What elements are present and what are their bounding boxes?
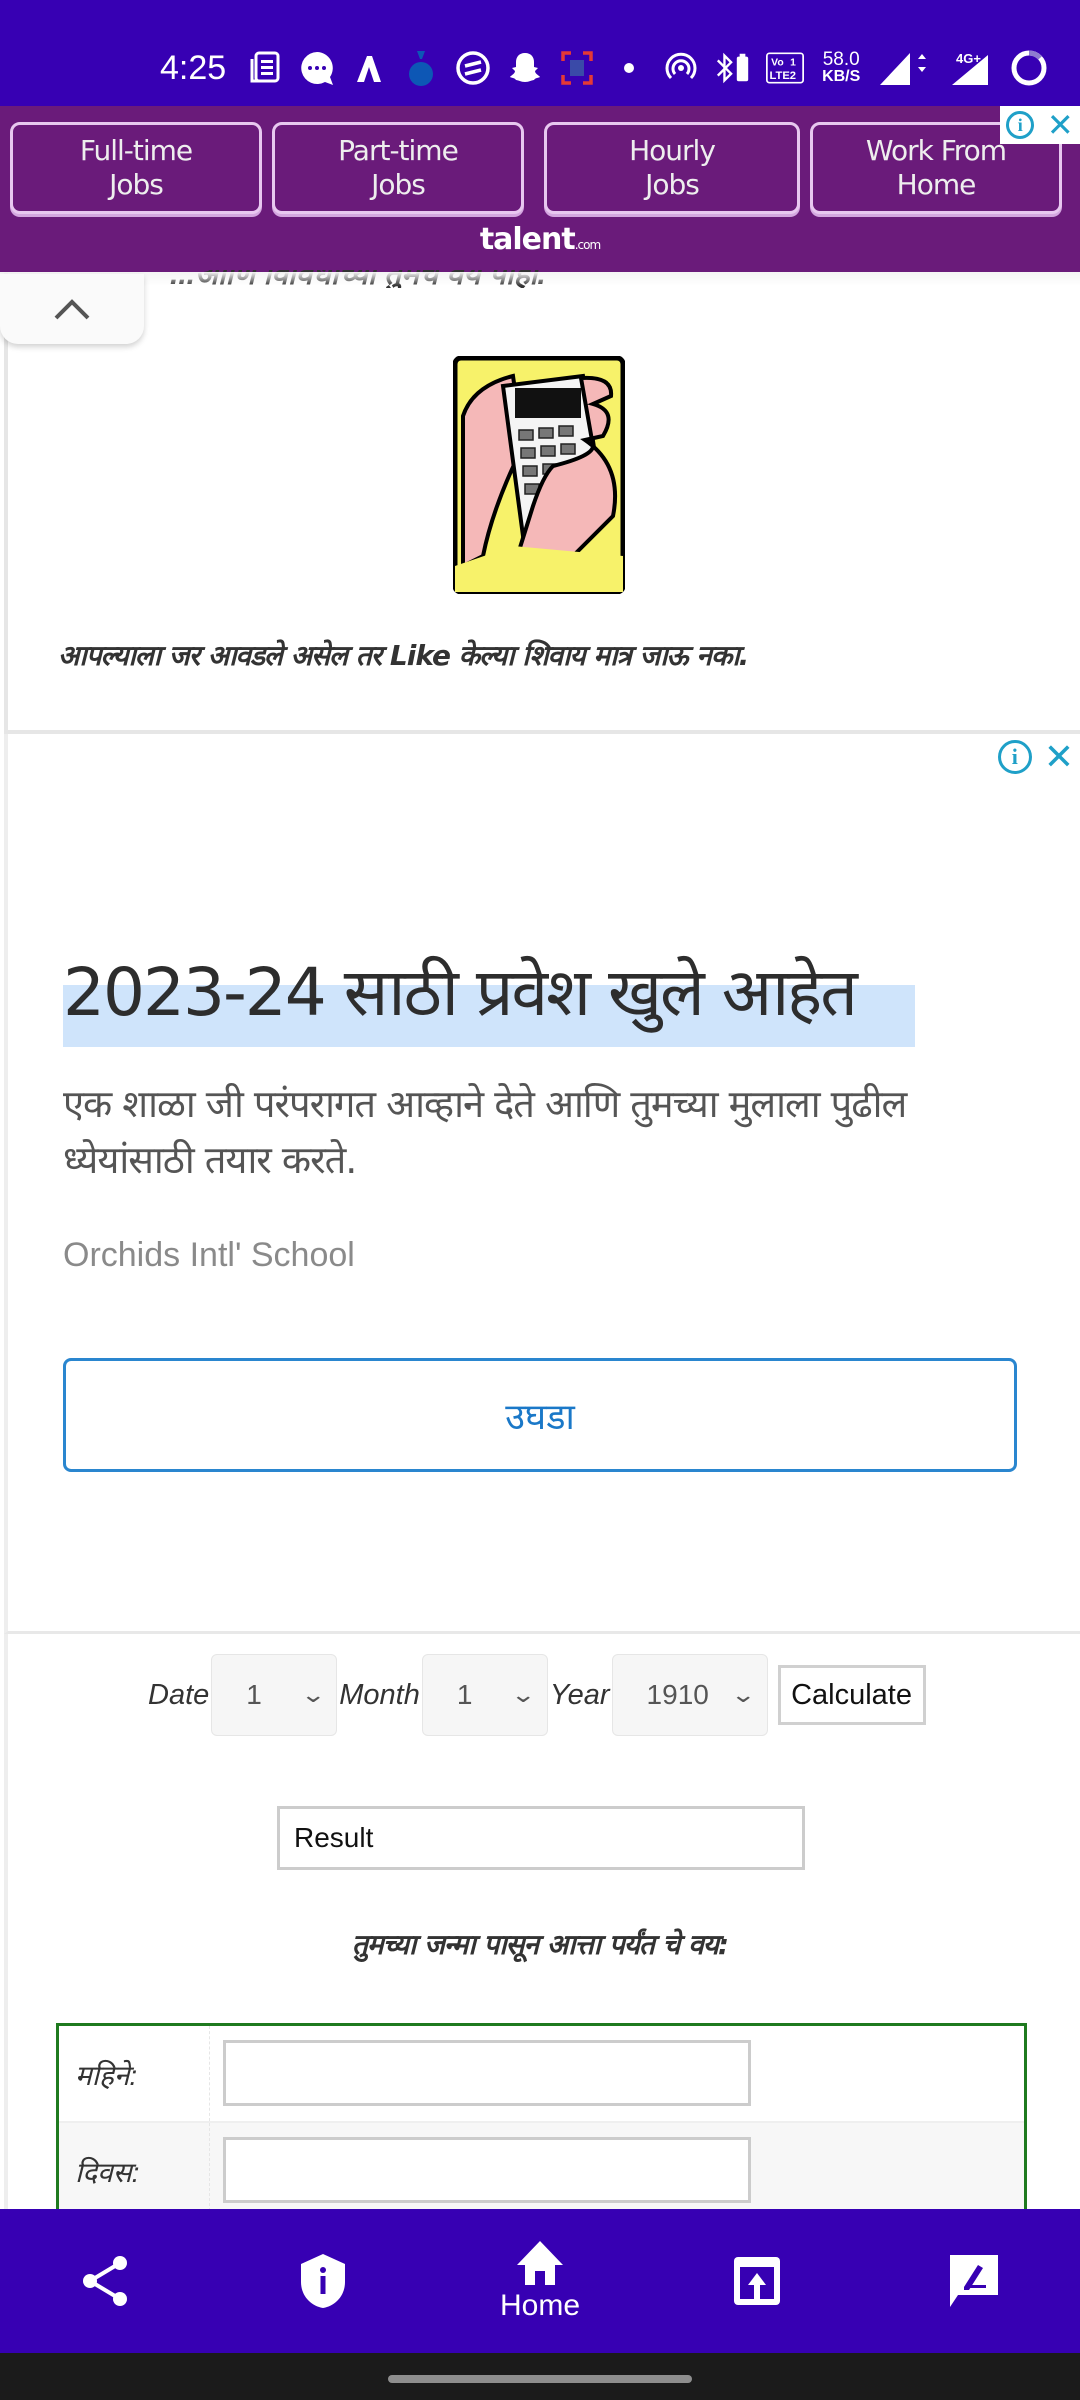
home-icon bbox=[517, 2241, 563, 2285]
talent-logo-text: talent bbox=[479, 222, 576, 257]
capture-icon bbox=[558, 49, 596, 87]
cell-divider bbox=[209, 2123, 210, 2216]
gesture-area bbox=[0, 2353, 1080, 2400]
date-select-value: 1 bbox=[246, 1679, 262, 1710]
volte-icon: Vo 1 LTE2 bbox=[766, 49, 805, 87]
scroll-shadow bbox=[0, 272, 1080, 286]
nav-share[interactable] bbox=[26, 2209, 186, 2353]
net-speed-unit: KB/S bbox=[822, 68, 861, 85]
ad-hourly-jobs-button[interactable]: Hourly Jobs bbox=[544, 122, 800, 214]
ad-button-label: Hourly Jobs bbox=[629, 134, 716, 201]
ad-open-button[interactable]: उघडा bbox=[63, 1358, 1017, 1472]
nav-home[interactable]: Home bbox=[460, 2209, 620, 2353]
share-icon bbox=[83, 2256, 127, 2306]
money-bag-icon bbox=[402, 49, 440, 87]
nav-open-external[interactable] bbox=[677, 2209, 837, 2353]
svg-text:4G+: 4G+ bbox=[956, 51, 981, 66]
year-select[interactable]: 1910 ⌄ bbox=[611, 1654, 768, 1736]
ad-parttime-jobs-button[interactable]: Part-time Jobs bbox=[272, 122, 524, 214]
gesture-handle[interactable] bbox=[388, 2375, 692, 2383]
date-select[interactable]: 1 ⌄ bbox=[211, 1654, 338, 1736]
calculator-image bbox=[452, 355, 626, 595]
ad2-close-icon[interactable]: ✕ bbox=[1044, 739, 1074, 775]
days-label: दिवस: bbox=[75, 2157, 140, 2188]
month-label: Month bbox=[339, 1678, 420, 1711]
ad-button-label: Full-time Jobs bbox=[79, 134, 193, 201]
feedback-edit-icon bbox=[950, 2255, 998, 2307]
status-bar: 4:25 Vo 1 LTE2 58.0 KB/S 4G+ bbox=[0, 0, 1080, 106]
months-label: महिने: bbox=[75, 2060, 138, 2091]
signal-4g-icon: 4G+ bbox=[948, 49, 996, 87]
dot-icon bbox=[610, 49, 648, 87]
ad-source[interactable]: Orchids Intl' School bbox=[63, 1236, 355, 1275]
chevron-down-icon: ⌄ bbox=[510, 1682, 537, 1707]
chevron-down-icon: ⌄ bbox=[730, 1682, 757, 1707]
hotspot-icon bbox=[662, 49, 700, 87]
year-select-value: 1910 bbox=[646, 1679, 709, 1710]
days-field[interactable] bbox=[223, 2137, 751, 2203]
shield-info-icon bbox=[301, 2254, 345, 2308]
month-select[interactable]: 1 ⌄ bbox=[421, 1654, 548, 1736]
svg-text:LTE2: LTE2 bbox=[770, 70, 797, 82]
scroll-up-button[interactable] bbox=[0, 274, 144, 344]
talent-logo: talent.com bbox=[0, 222, 1080, 257]
table-row-months: महिने: bbox=[59, 2026, 1024, 2121]
status-time: 4:25 bbox=[160, 48, 227, 87]
circle-equals-icon bbox=[454, 49, 492, 87]
ad2-info-icon[interactable]: i bbox=[997, 740, 1032, 774]
ad-button-label: Part-time Jobs bbox=[338, 134, 459, 201]
chevron-up-icon bbox=[54, 299, 90, 320]
net-speed-value: 58.0 bbox=[822, 49, 860, 70]
bluetooth-battery-icon bbox=[714, 49, 752, 87]
year-label: Year bbox=[549, 1678, 610, 1711]
ad-close-icon[interactable]: ✕ bbox=[1047, 109, 1074, 141]
svg-text:Vo: Vo bbox=[771, 57, 783, 68]
chat-icon bbox=[298, 49, 336, 87]
cell-divider bbox=[209, 2026, 210, 2121]
calculate-button[interactable]: Calculate bbox=[777, 1665, 926, 1725]
open-in-browser-icon bbox=[734, 2257, 780, 2305]
ad-description: एक शाळा जी परंपरागत आव्हाने देते आणि तुम… bbox=[63, 1082, 907, 1182]
ad-headline[interactable]: 2023-24 साठी प्रवेश खुले आहेत bbox=[63, 945, 858, 1035]
months-field[interactable] bbox=[223, 2040, 751, 2106]
ad-fulltime-jobs-button[interactable]: Full-time Jobs bbox=[10, 122, 262, 214]
like-message: आपल्याला जर आवडले असेल तर Like केल्या शि… bbox=[58, 639, 749, 672]
nav-feedback[interactable] bbox=[894, 2209, 1054, 2353]
speed-icon: 58.0 KB/S bbox=[818, 49, 864, 87]
snapchat-icon bbox=[506, 49, 544, 87]
a-logo-icon bbox=[350, 49, 388, 87]
ad-banner-talent[interactable]: Full-time Jobs Part-time Jobs Hourly Job… bbox=[0, 106, 1080, 272]
battery-ring-icon bbox=[1010, 49, 1048, 87]
talent-logo-suffix: .com bbox=[574, 238, 601, 252]
table-row-days: दिवस: bbox=[59, 2121, 1024, 2216]
signal-icon bbox=[878, 49, 934, 87]
nav-home-label: Home bbox=[499, 2289, 581, 2322]
bottom-nav: Home bbox=[0, 2209, 1080, 2353]
result-field[interactable]: Result bbox=[277, 1806, 805, 1870]
ad-button-label: Work From Home bbox=[865, 134, 1007, 201]
news-icon bbox=[246, 49, 284, 87]
chevron-down-icon: ⌄ bbox=[300, 1682, 326, 1707]
svg-text:1: 1 bbox=[790, 57, 796, 68]
month-select-value: 1 bbox=[456, 1679, 473, 1710]
age-heading: तुमच्या जन्मा पासून आत्ता पर्यंत चे वय: bbox=[351, 1928, 729, 1961]
ad2-choices[interactable]: i ✕ bbox=[997, 739, 1074, 775]
date-label: Date bbox=[148, 1678, 210, 1711]
ad-choices[interactable]: i ✕ bbox=[1000, 106, 1080, 144]
age-result-table: महिने: दिवस: bbox=[56, 2023, 1027, 2216]
dob-row: Date 1 ⌄ Month 1 ⌄ Year 1910 ⌄ Calculate bbox=[148, 1654, 926, 1736]
nav-privacy[interactable] bbox=[243, 2209, 403, 2353]
ad-info-icon[interactable]: i bbox=[1006, 111, 1035, 139]
